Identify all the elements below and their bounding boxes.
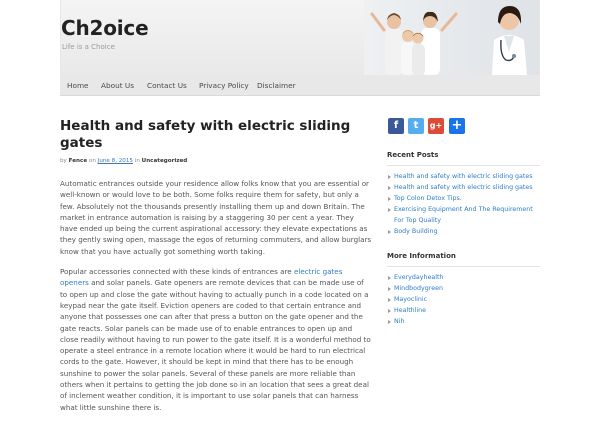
paragraph-2-intro: Popular accessories connected with these… <box>60 267 292 277</box>
meta-in: in <box>134 158 140 164</box>
header-banner-image <box>364 0 539 75</box>
facebook-icon[interactable]: f <box>388 118 404 134</box>
more-information-title: More Information <box>387 252 456 260</box>
more-information-item[interactable]: Nih <box>388 316 543 327</box>
recent-post-item[interactable]: Health and safety with electric sliding … <box>388 182 543 193</box>
post-paragraph-1: Automatic entrances outside your residen… <box>60 179 372 256</box>
recent-post-item[interactable]: Top Colon Detox Tips. <box>388 193 543 204</box>
post-paragraph-2: Popular accessories connected with these… <box>60 266 372 413</box>
recent-post-item[interactable]: Body Building <box>388 226 543 237</box>
more-information-item[interactable]: Mindbodygreen <box>388 283 543 294</box>
post-category[interactable]: Uncategorized <box>142 158 188 164</box>
paragraph-2-body: and solar panels. Gate openers are remot… <box>60 278 371 412</box>
recent-posts-divider <box>387 165 540 166</box>
nav-contact-us[interactable]: Contact Us <box>141 75 193 96</box>
recent-post-item[interactable]: Exercising Equipment And The Requirement… <box>388 204 543 226</box>
post-meta: by Fence on June 8, 2015 in Uncategorize… <box>60 158 187 164</box>
post-content: Automatic entrances outside your residen… <box>60 178 372 422</box>
recent-posts-list: Health and safety with electric sliding … <box>388 171 543 237</box>
more-information-item[interactable]: Everydayhealth <box>388 272 543 283</box>
post-author[interactable]: Fence <box>69 158 87 164</box>
post-title[interactable]: Health and safety with electric sliding … <box>60 118 360 152</box>
site-tagline: Life is a Choice <box>62 43 115 51</box>
nav-disclaimer[interactable]: Disclaimer <box>251 75 302 96</box>
nav-about-us[interactable]: About Us <box>95 75 140 96</box>
twitter-icon[interactable]: t <box>408 118 424 134</box>
recent-posts-title: Recent Posts <box>387 151 439 159</box>
recent-post-item[interactable]: Health and safety with electric sliding … <box>388 171 543 182</box>
more-information-item[interactable]: Mayoclinic <box>388 294 543 305</box>
google-plus-icon[interactable]: g+ <box>428 118 444 134</box>
post-date[interactable]: June 8, 2015 <box>98 158 133 164</box>
meta-on: on <box>88 158 96 164</box>
share-plus-icon[interactable]: + <box>449 118 465 134</box>
main-navigation: Home About Us Contact Us Privacy Policy … <box>60 75 540 96</box>
nav-privacy-policy[interactable]: Privacy Policy <box>193 75 255 96</box>
more-information-divider <box>387 266 540 267</box>
site-title[interactable]: Ch2oice <box>61 16 149 40</box>
meta-by: by <box>60 158 67 164</box>
more-information-item[interactable]: Healthline <box>388 305 543 316</box>
site-header: Ch2oice Life is a Choice <box>60 0 540 75</box>
more-information-list: Everydayhealth Mindbodygreen Mayoclinic … <box>388 272 543 327</box>
nav-home[interactable]: Home <box>61 75 95 96</box>
